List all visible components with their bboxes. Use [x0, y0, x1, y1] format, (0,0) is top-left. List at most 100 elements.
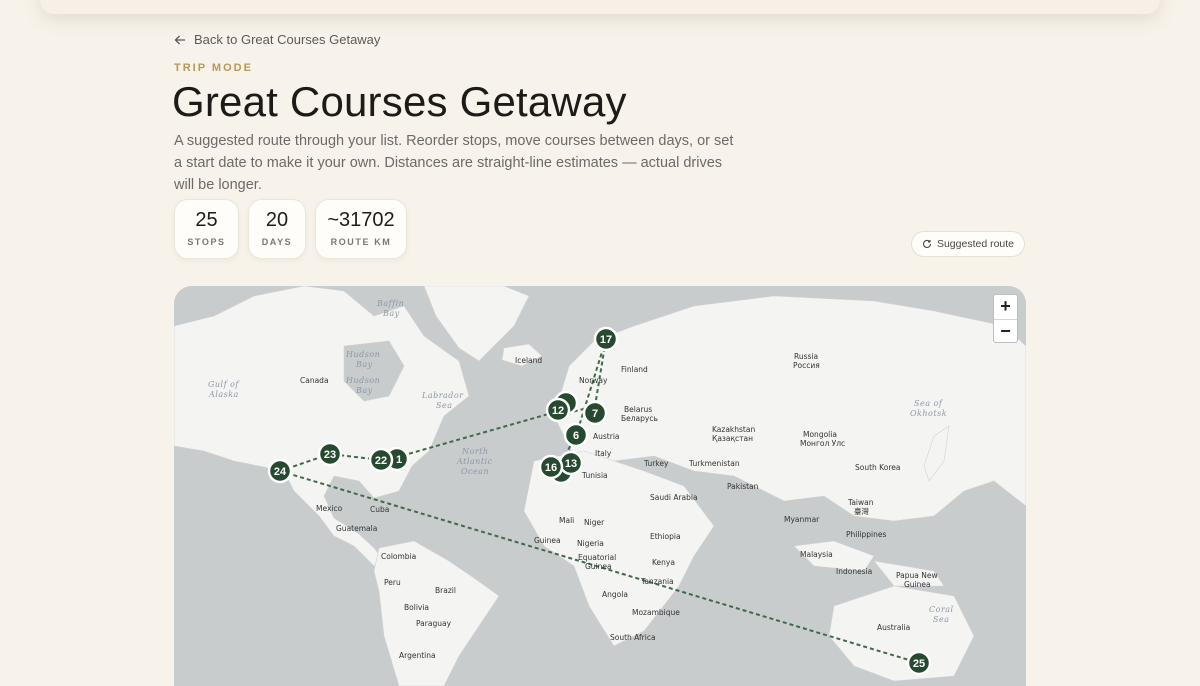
label-bolivia: Bolivia — [404, 603, 429, 612]
label-kenya: Kenya — [652, 558, 675, 567]
label-brazil: Brazil — [435, 586, 456, 595]
label-colombia: Colombia — [381, 552, 416, 561]
label-eq-guinea-2: Guinea — [585, 562, 612, 571]
suggested-route-label: Suggested route — [936, 238, 1015, 250]
label-austria: Austria — [593, 432, 620, 441]
label-myanmar: Myanmar — [784, 515, 820, 524]
suggested-route-button[interactable]: Suggested route — [911, 231, 1025, 257]
label-cuba: Cuba — [370, 505, 389, 514]
stat-days-value: 20 — [265, 209, 289, 231]
label-tanzania: Tanzania — [640, 577, 674, 586]
svg-text:23: 23 — [324, 449, 336, 461]
label-malaysia: Malaysia — [800, 550, 833, 559]
label-mongolia-native: Монгол Улс — [800, 439, 845, 448]
sea-labrador: Labrador — [421, 391, 464, 400]
label-niger: Niger — [584, 518, 605, 527]
sea-coral-2: Sea — [933, 615, 949, 624]
svg-text:16: 16 — [545, 462, 557, 474]
svg-text:25: 25 — [913, 658, 925, 670]
trip-mode-eyebrow: TRIP MODE — [174, 62, 253, 74]
sea-okhotsk: Sea of — [914, 399, 944, 408]
svg-text:24: 24 — [274, 466, 287, 478]
zoom-in-button[interactable]: + — [994, 295, 1017, 320]
label-papua: Papua New — [896, 571, 938, 580]
label-eq-guinea: Equatorial — [578, 553, 616, 562]
arrow-left-icon — [174, 35, 185, 44]
sea-atlantic: North — [461, 447, 489, 456]
label-mongolia: Mongolia — [803, 430, 837, 439]
svg-text:17: 17 — [600, 334, 612, 346]
route-marker[interactable]: 13 — [558, 450, 584, 476]
label-kazakhstan: Kazakhstan — [712, 425, 755, 434]
svg-text:6: 6 — [573, 430, 579, 442]
sea-labrador-2: Sea — [436, 401, 452, 410]
back-link-label: Back to Great Courses Getaway — [194, 32, 381, 47]
label-iceland: Iceland — [515, 356, 542, 365]
label-finland: Finland — [621, 365, 648, 374]
route-marker[interactable]: 6 — [563, 422, 589, 448]
sea-hudson-4: Bay — [355, 386, 373, 395]
svg-text:7: 7 — [592, 408, 598, 420]
route-marker[interactable]: 24 — [267, 458, 293, 484]
label-indonesia: Indonesia — [836, 567, 872, 576]
route-map[interactable]: Canada Iceland Norway Finland Russia Рос… — [174, 286, 1026, 686]
route-marker[interactable]: 7 — [582, 400, 608, 426]
label-russia-native: Россия — [793, 361, 820, 370]
route-marker[interactable]: 17 — [593, 326, 619, 352]
route-marker[interactable]: 23 — [317, 441, 343, 467]
label-belarus-native: Беларусь — [621, 414, 658, 423]
map-canvas: Canada Iceland Norway Finland Russia Рос… — [174, 286, 1026, 686]
stat-route-km: ~31702 ROUTE KM — [315, 199, 407, 259]
label-peru: Peru — [384, 578, 401, 587]
stat-route-km-label: ROUTE KM — [330, 237, 392, 247]
svg-text:1: 1 — [396, 454, 402, 466]
label-mozambique: Mozambique — [632, 608, 680, 617]
sea-alaska-2: Alaska — [208, 390, 239, 399]
sea-hudson: Hudson — [345, 350, 380, 359]
label-argentina: Argentina — [399, 651, 436, 660]
label-philippines: Philippines — [846, 530, 887, 539]
route-marker[interactable]: 16 — [538, 454, 564, 480]
top-nav-bar — [40, 0, 1160, 14]
label-saudi: Saudi Arabia — [650, 493, 698, 502]
sea-coral: Coral — [929, 605, 954, 614]
map-zoom-control: + − — [993, 294, 1018, 343]
label-australia: Australia — [877, 623, 910, 632]
sea-atlantic-2: Atlantic — [456, 457, 493, 466]
route-marker[interactable]: 25 — [906, 650, 932, 676]
label-turkmenistan: Turkmenistan — [688, 459, 740, 468]
label-guatemala: Guatemala — [336, 524, 377, 533]
label-paraguay: Paraguay — [416, 619, 452, 628]
svg-text:12: 12 — [552, 405, 564, 417]
stat-stops: 25 STOPS — [174, 199, 239, 259]
label-norway: Norway — [579, 376, 608, 385]
label-south-africa: South Africa — [610, 633, 656, 642]
back-link[interactable]: Back to Great Courses Getaway — [174, 32, 380, 47]
label-pakistan: Pakistan — [727, 482, 759, 491]
page-title: Great Courses Getaway — [172, 78, 627, 125]
label-taiwan: Taiwan — [847, 498, 874, 507]
svg-text:13: 13 — [565, 458, 577, 470]
label-south-korea: South Korea — [855, 463, 900, 472]
route-marker[interactable]: 12 — [545, 397, 571, 423]
label-mali: Mali — [559, 516, 574, 525]
stat-stops-value: 25 — [195, 209, 218, 231]
sea-alaska: Gulf of — [208, 380, 240, 389]
page-subtitle: A suggested route through your list. Reo… — [174, 133, 734, 193]
label-italy: Italy — [595, 449, 612, 458]
label-russia: Russia — [794, 352, 818, 361]
refresh-icon — [922, 239, 932, 248]
label-mexico: Mexico — [316, 504, 343, 513]
label-angola: Angola — [602, 590, 628, 599]
stat-days: 20 DAYS — [248, 199, 306, 259]
zoom-out-button[interactable]: − — [994, 320, 1017, 344]
route-marker[interactable]: 22 — [368, 447, 394, 473]
label-canada: Canada — [300, 376, 329, 385]
stat-days-label: DAYS — [261, 237, 293, 247]
sea-okhotsk-2: Okhotsk — [910, 409, 947, 418]
label-tunisia: Tunisia — [581, 471, 608, 480]
label-guinea: Guinea — [534, 536, 561, 545]
label-ethiopia: Ethiopia — [650, 532, 681, 541]
stat-route-km-value: ~31702 — [327, 209, 395, 231]
sea-hudson-2: Bay — [355, 360, 373, 369]
